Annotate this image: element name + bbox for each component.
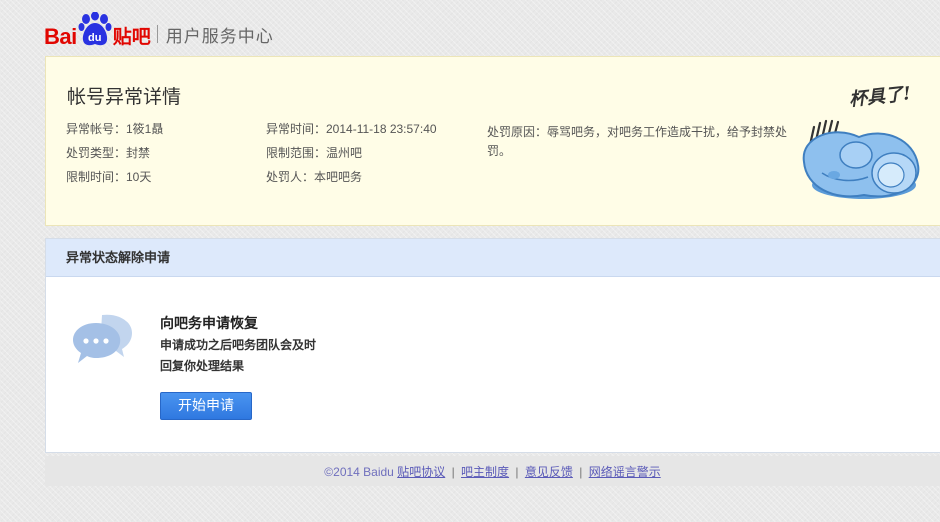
- footer: ©2014 Baidu 贴吧协议 | 吧主制度 | 意见反馈 | 网络谣言警示: [45, 456, 940, 486]
- appeal-description-line-2: 回复你处理结果: [160, 359, 245, 373]
- detail-title: 帐号异常详情: [67, 87, 182, 108]
- footer-link-moderator-rules[interactable]: 吧主制度: [461, 465, 509, 479]
- chat-bubbles-icon: [73, 314, 132, 363]
- appeal-panel: 异常状态解除申请 向吧务申请恢复 申请成功之后吧务团队会及时 回复你处理结果 开…: [45, 238, 940, 453]
- detail-reason: 处罚原因：辱骂吧务，对吧务工作造成干扰，给予封禁处罚。: [487, 125, 788, 158]
- footer-separator: |: [515, 465, 519, 479]
- baidu-tieba-logo[interactable]: Bai du 贴吧: [44, 8, 151, 48]
- footer-link-tieba-agreement[interactable]: 贴吧协议: [397, 465, 445, 479]
- appeal-heading: 向吧务申请恢复: [160, 315, 258, 331]
- mascot-caption: 杯具了!: [848, 83, 912, 110]
- detail-abnormal-time: 异常时间：2014-11-18 23:57:40: [266, 122, 437, 136]
- detail-punish-type: 处罚类型：封禁: [66, 146, 151, 160]
- detail-column-left: 异常帐号：1筱1贔 处罚类型：封禁 限制时间：10天: [66, 121, 163, 193]
- footer-separator: |: [451, 465, 455, 479]
- crying-mascot-icon: 杯具了!: [802, 83, 920, 199]
- appeal-header: 异常状态解除申请: [46, 239, 940, 277]
- detail-punisher: 处罚人：本吧吧务: [266, 170, 363, 184]
- appeal-description: 申请成功之后吧务团队会及时 回复你处理结果: [160, 335, 340, 377]
- detail-account: 异常帐号：1筱1贔: [66, 122, 164, 136]
- detail-limit-time: 限制时间：10天: [66, 170, 152, 184]
- appeal-description-line-1: 申请成功之后吧务团队会及时: [160, 338, 317, 352]
- footer-copyright: ©2014 Baidu: [324, 465, 394, 479]
- baidu-paw-icon: du: [78, 12, 112, 48]
- start-appeal-button[interactable]: 开始申请: [160, 392, 252, 420]
- footer-link-feedback[interactable]: 意见反馈: [525, 465, 573, 479]
- footer-separator: |: [579, 465, 583, 479]
- header-divider: [156, 25, 158, 43]
- detail-column-middle: 异常时间：2014-11-18 23:57:40 限制范围：温州吧 处罚人：本吧…: [266, 121, 437, 193]
- logo-bai-text: Bai: [44, 24, 77, 49]
- footer-link-rumor-warning[interactable]: 网络谣言警示: [589, 465, 661, 479]
- site-title: 用户服务中心: [165, 26, 274, 46]
- detail-limit-scope: 限制范围：温州吧: [266, 146, 363, 160]
- account-detail-panel: 帐号异常详情 异常帐号：1筱1贔 处罚类型：封禁 限制时间：10天 异常时间：2…: [45, 56, 940, 226]
- logo-tieba-text: 贴吧: [112, 26, 151, 48]
- logo-du-text: du: [88, 32, 102, 44]
- header: Bai du 贴吧 用户服务中心: [44, 6, 274, 50]
